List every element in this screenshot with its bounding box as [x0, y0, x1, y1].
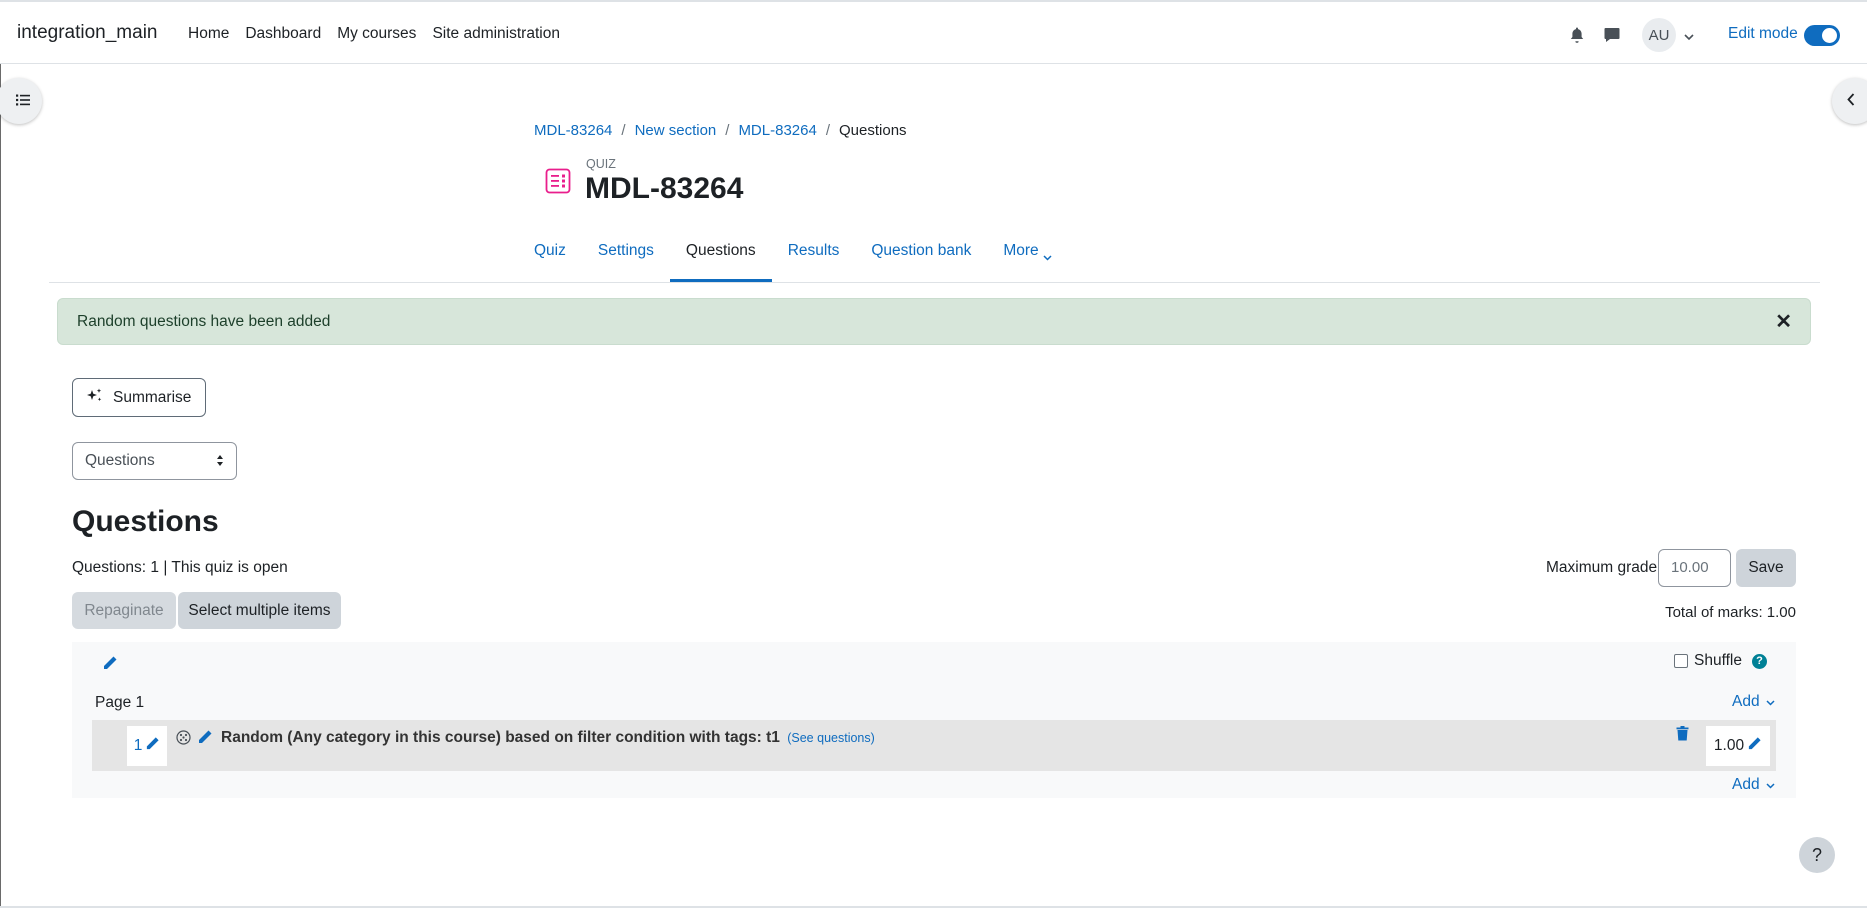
avatar-initials: AU	[1648, 26, 1670, 44]
view-select-value: Questions	[85, 452, 155, 469]
add-menu[interactable]: Add	[1732, 693, 1775, 711]
nav-item-my-courses[interactable]: My courses	[337, 25, 416, 43]
max-grade-label: Maximum grade	[1546, 559, 1658, 576]
tab-results[interactable]: Results	[788, 238, 840, 282]
alert-message: Random questions have been added	[77, 313, 331, 330]
activity-type-label: QUIZ	[586, 157, 616, 171]
page-label: Page 1	[95, 694, 145, 711]
question-number[interactable]: 1	[127, 726, 167, 766]
tab-settings[interactable]: Settings	[598, 238, 654, 282]
question-number-label: 1	[133, 737, 143, 754]
shuffle-label: Shuffle	[1694, 652, 1742, 669]
quiz-status: Questions: 1 | This quiz is open	[72, 559, 288, 576]
tab-question-bank[interactable]: Question bank	[871, 238, 971, 282]
nav-item-dashboard[interactable]: Dashboard	[245, 25, 321, 43]
breadcrumb: MDL-83264 / New section / MDL-83264 / Qu…	[534, 122, 907, 139]
help-icon[interactable]: ?	[1751, 653, 1767, 669]
view-select[interactable]: Questions	[72, 442, 237, 480]
secondary-navigation: Quiz Settings Questions Results Question…	[534, 238, 1084, 282]
question-mark[interactable]: 1.00	[1706, 726, 1770, 766]
user-avatar[interactable]: AU	[1642, 18, 1676, 52]
question-text: Random (Any category in this course) bas…	[221, 729, 875, 747]
block-drawer-toggle[interactable]	[1832, 78, 1867, 124]
add-menu[interactable]: Add	[1732, 776, 1775, 794]
page-title: MDL-83264	[585, 172, 744, 205]
question-title: Random (Any category in this course) bas…	[221, 729, 780, 746]
sparkle-icon	[86, 388, 103, 408]
breadcrumb-section[interactable]: New section	[635, 122, 717, 139]
course-index-drawer-toggle[interactable]	[0, 78, 42, 124]
tabs-divider	[49, 282, 1820, 283]
repaginate-button[interactable]: Repaginate	[72, 592, 176, 629]
see-questions-link[interactable]: (See questions)	[787, 731, 875, 745]
chevron-down-icon	[1766, 693, 1775, 711]
max-grade-input[interactable]: 10.00	[1658, 549, 1731, 587]
shuffle-control: Shuffle ?	[1674, 652, 1767, 670]
tab-more[interactable]: More	[1003, 238, 1052, 282]
pencil-icon[interactable]	[1747, 736, 1762, 756]
edit-mode-label[interactable]: Edit mode	[1728, 25, 1798, 43]
site-name[interactable]: integration_main	[17, 22, 157, 44]
chevron-left-icon	[1847, 92, 1855, 110]
random-question-icon	[176, 730, 191, 749]
breadcrumb-activity[interactable]: MDL-83264	[738, 122, 816, 139]
select-multiple-button[interactable]: Select multiple items	[178, 592, 341, 629]
top-navbar: integration_main Home Dashboard My cours…	[0, 0, 1867, 64]
bell-icon[interactable]	[1566, 24, 1588, 46]
question-mark-value: 1.00	[1713, 737, 1745, 754]
breadcrumb-separator: /	[725, 122, 730, 139]
tab-more-label: More	[1003, 242, 1039, 259]
question-row: 1 Random (Any category in this course) b…	[92, 720, 1776, 771]
pencil-icon[interactable]	[197, 729, 213, 749]
pencil-icon[interactable]	[145, 736, 160, 756]
breadcrumb-current: Questions	[839, 122, 907, 139]
summarise-button[interactable]: Summarise	[72, 378, 206, 417]
window-edge	[0, 0, 1, 908]
tab-questions[interactable]: Questions	[669, 238, 772, 282]
breadcrumb-separator: /	[621, 122, 626, 139]
nav-item-site-administration[interactable]: Site administration	[432, 25, 560, 43]
questions-heading: Questions	[72, 505, 219, 538]
close-icon[interactable]: ✕	[1775, 312, 1792, 332]
tab-quiz[interactable]: Quiz	[534, 238, 566, 282]
pencil-icon[interactable]	[102, 655, 118, 675]
trash-icon[interactable]	[1676, 726, 1689, 745]
chevron-down-icon	[1766, 776, 1775, 794]
shuffle-checkbox[interactable]	[1674, 654, 1688, 668]
messages-icon[interactable]	[1601, 24, 1623, 46]
primary-navigation: Home Dashboard My courses Site administr…	[188, 25, 560, 43]
nav-item-home[interactable]: Home	[188, 25, 229, 43]
breadcrumb-separator: /	[825, 122, 830, 139]
list-icon	[16, 93, 30, 110]
summarise-label: Summarise	[113, 388, 192, 406]
total-marks: Total of marks: 1.00	[1665, 604, 1796, 621]
chevron-down-icon	[1043, 242, 1052, 282]
quiz-section: Shuffle ? Page 1 Add 1 Random (Any categ…	[72, 642, 1796, 798]
add-label: Add	[1732, 693, 1760, 710]
success-alert: Random questions have been added ✕	[57, 298, 1811, 345]
add-label: Add	[1732, 776, 1760, 793]
chevron-down-icon[interactable]	[1684, 28, 1694, 45]
breadcrumb-course[interactable]: MDL-83264	[534, 122, 612, 139]
help-button[interactable]: ?	[1799, 837, 1835, 873]
save-button[interactable]: Save	[1736, 549, 1796, 587]
sort-caret-icon	[216, 454, 224, 472]
edit-mode-toggle[interactable]	[1804, 25, 1840, 46]
quiz-icon	[545, 168, 571, 194]
